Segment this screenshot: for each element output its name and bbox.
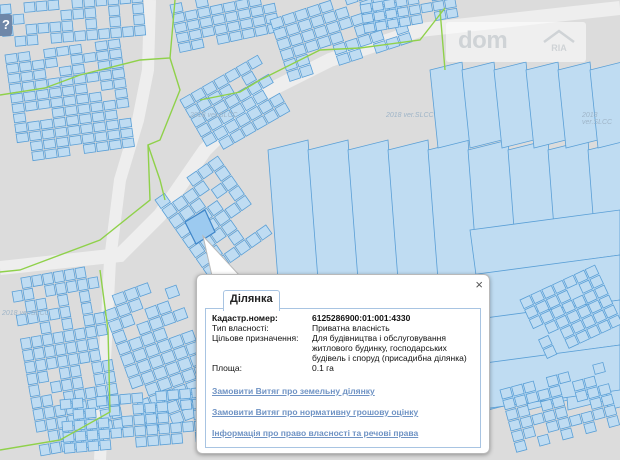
field-ownership-type: Тип власності: Приватна власність — [212, 323, 390, 333]
field-cadastral-number: Кадастр.номер: 6125286900:01:001:4330 — [212, 313, 411, 323]
parcel-info: Кадастр.номер: 6125286900:01:001:4330 Ти… — [212, 313, 476, 438]
parcel-details-panel: Кадастр.номер: 6125286900:01:001:4330 Ти… — [205, 308, 481, 448]
cadastral-map[interactable]: ? dom RIA 2018 ver.SLCC 2018 ver.SLCC 20… — [0, 0, 620, 460]
field-area: Площа: 0.1 га — [212, 363, 334, 373]
parcel-info-popup: × Ділянка Кадастр.номер: 6125286900:01:0… — [196, 274, 490, 454]
field-purpose: Цільове призначення: Для будівництва і о… — [212, 333, 467, 363]
tab-parcel[interactable]: Ділянка — [223, 290, 280, 311]
close-icon[interactable]: × — [475, 278, 483, 292]
ownership-info-link[interactable]: Інформація про право власності та речові… — [212, 428, 476, 438]
order-land-extract-link[interactable]: Замовити Витяг про земельну ділянку — [212, 386, 476, 396]
order-valuation-extract-link[interactable]: Замовити Витяг про нормативну грошову оц… — [212, 407, 476, 417]
